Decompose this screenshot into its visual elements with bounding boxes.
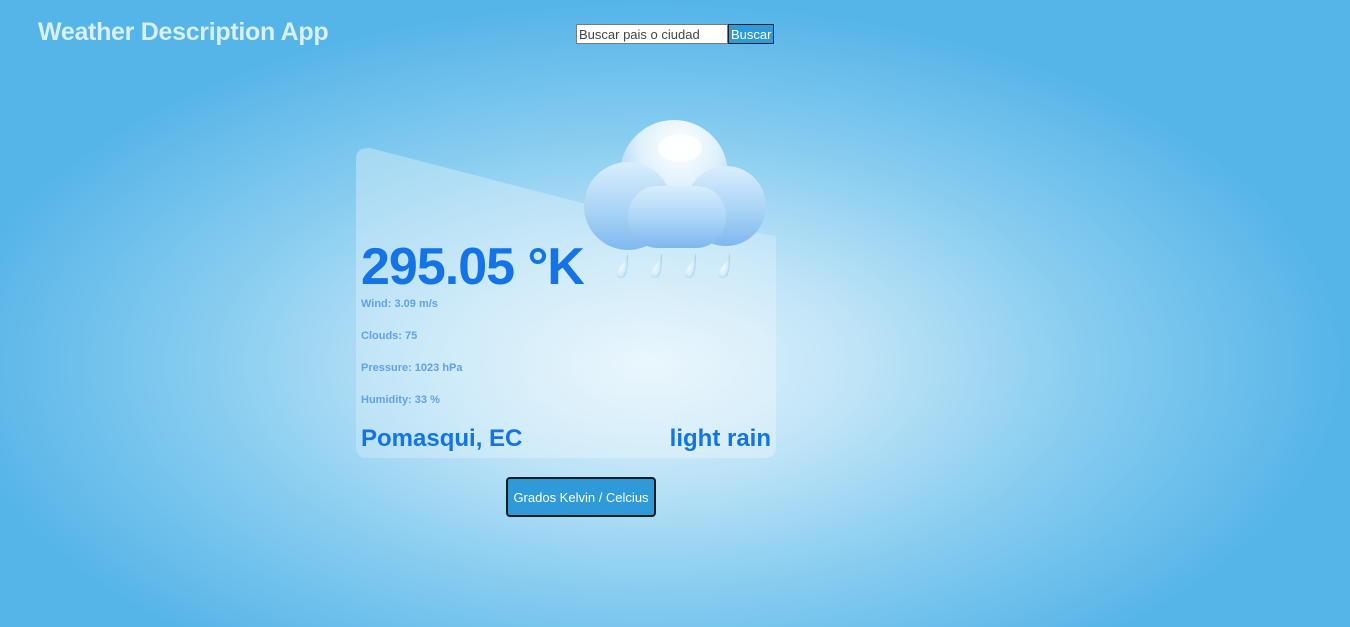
search-form: Buscar xyxy=(576,24,775,44)
clouds-stat: Clouds: 75 xyxy=(361,330,418,342)
temperature-value: 295.05 °K xyxy=(361,238,585,296)
app-title: Weather Description App xyxy=(38,18,329,46)
humidity-stat: Humidity: 33 % xyxy=(361,394,440,406)
wind-stat: Wind: 3.09 m/s xyxy=(361,298,438,310)
search-input[interactable] xyxy=(576,24,728,44)
search-button[interactable]: Buscar xyxy=(728,24,775,44)
unit-toggle-button[interactable]: Grados Kelvin / Celcius xyxy=(506,477,656,517)
location-name: Pomasqui, EC xyxy=(361,425,523,452)
cloud-rain-icon xyxy=(584,120,766,279)
raindrops xyxy=(616,253,730,279)
pressure-stat: Pressure: 1023 hPa xyxy=(361,362,463,374)
cloud-shape xyxy=(584,120,766,250)
weather-description: light rain xyxy=(669,425,771,452)
